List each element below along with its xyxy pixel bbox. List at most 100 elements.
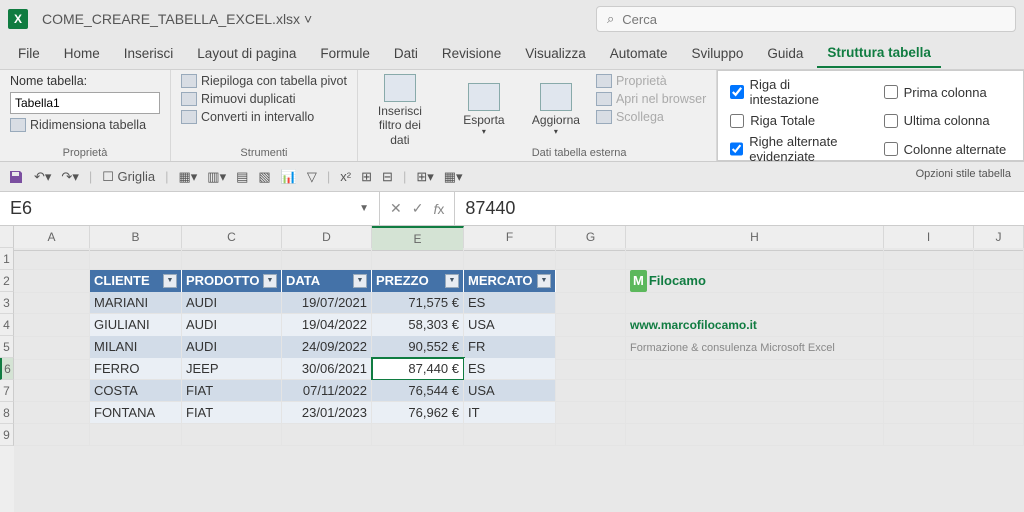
cell[interactable]: FR: [464, 336, 556, 360]
cell[interactable]: [182, 424, 282, 446]
cell[interactable]: [556, 402, 626, 424]
cell[interactable]: [626, 248, 884, 270]
cell[interactable]: 07/11/2022: [282, 380, 372, 402]
cell[interactable]: AUDI: [182, 336, 282, 360]
cell[interactable]: PREZZO▼: [372, 270, 464, 293]
filter-dropdown-icon[interactable]: ▼: [445, 274, 459, 288]
cell[interactable]: [884, 380, 974, 402]
cell[interactable]: 90,552 €: [372, 336, 464, 360]
cell[interactable]: Formazione & consulenza Microsoft Excel: [626, 336, 884, 360]
chevron-down-icon[interactable]: ▼: [359, 203, 369, 214]
cell[interactable]: [90, 248, 182, 270]
cell[interactable]: AUDI: [182, 314, 282, 337]
cell[interactable]: [14, 336, 90, 360]
cell[interactable]: 76,962 €: [372, 402, 464, 424]
row-header[interactable]: 1: [0, 248, 14, 270]
cell[interactable]: FIAT: [182, 402, 282, 424]
cell[interactable]: [556, 314, 626, 337]
resize-table-button[interactable]: Ridimensiona tabella: [10, 118, 160, 132]
search-input[interactable]: ⌕ Cerca: [596, 6, 1016, 32]
row-header[interactable]: 3: [0, 292, 14, 314]
cell[interactable]: [182, 248, 282, 270]
cell[interactable]: [974, 380, 1024, 402]
cell[interactable]: [884, 424, 974, 446]
last-column-checkbox[interactable]: Ultima colonna: [884, 113, 1011, 128]
cell[interactable]: [14, 380, 90, 402]
cell[interactable]: [974, 402, 1024, 424]
tab-formule[interactable]: Formule: [310, 40, 380, 67]
cell[interactable]: [974, 292, 1024, 314]
cell[interactable]: CLIENTE▼: [90, 270, 182, 293]
qat-icon[interactable]: ⊟: [382, 169, 393, 185]
cell[interactable]: [884, 314, 974, 337]
cell[interactable]: [14, 402, 90, 424]
cell[interactable]: [556, 424, 626, 446]
remove-duplicates-button[interactable]: Rimuovi duplicati: [181, 92, 347, 106]
cell[interactable]: FONTANA: [90, 402, 182, 424]
row-header[interactable]: 2: [0, 270, 14, 292]
qat-icon[interactable]: ▦▾: [444, 169, 463, 185]
tab-sviluppo[interactable]: Sviluppo: [682, 40, 754, 67]
cell[interactable]: 87,440 €: [372, 358, 464, 380]
cell[interactable]: [974, 336, 1024, 360]
cell[interactable]: JEEP: [182, 358, 282, 380]
row-header[interactable]: 6: [0, 358, 14, 380]
cell[interactable]: [556, 292, 626, 314]
qat-icon[interactable]: ▤: [236, 169, 248, 185]
row-header[interactable]: 4: [0, 314, 14, 336]
cell[interactable]: [14, 314, 90, 337]
tab-home[interactable]: Home: [54, 40, 110, 67]
export-button[interactable]: Esporta▾: [452, 74, 516, 145]
chart-icon[interactable]: 📊: [281, 169, 297, 185]
tab-dati[interactable]: Dati: [384, 40, 428, 67]
cell[interactable]: 24/09/2022: [282, 336, 372, 360]
qat-icon[interactable]: ▧: [258, 169, 270, 185]
cell[interactable]: [974, 248, 1024, 270]
cell[interactable]: 71,575 €: [372, 292, 464, 314]
cell[interactable]: [626, 292, 884, 314]
cell[interactable]: [90, 424, 182, 446]
cell[interactable]: [556, 358, 626, 380]
row-header[interactable]: [0, 226, 14, 248]
cell[interactable]: [626, 380, 884, 402]
cell[interactable]: [884, 270, 974, 293]
cell[interactable]: PRODOTTO▼: [182, 270, 282, 293]
row-header[interactable]: 5: [0, 336, 14, 358]
header-row-checkbox[interactable]: Riga di intestazione: [730, 77, 857, 107]
cell[interactable]: GIULIANI: [90, 314, 182, 337]
cell[interactable]: MILANI: [90, 336, 182, 360]
banded-columns-checkbox[interactable]: Colonne alternate: [884, 134, 1011, 164]
cell[interactable]: [626, 358, 884, 380]
undo-icon[interactable]: ↶▾: [34, 169, 51, 185]
cell[interactable]: DATA▼: [282, 270, 372, 293]
total-row-checkbox[interactable]: Riga Totale: [730, 113, 857, 128]
name-box[interactable]: E6▼: [0, 192, 380, 225]
cell[interactable]: www.marcofilocamo.it: [626, 314, 884, 337]
cell[interactable]: 30/06/2021: [282, 358, 372, 380]
cell[interactable]: [282, 424, 372, 446]
summarize-pivot-button[interactable]: Riepiloga con tabella pivot: [181, 74, 347, 88]
qat-icon[interactable]: ▦▾: [178, 169, 197, 185]
filename[interactable]: COME_CREARE_TABELLA_EXCEL.xlsx ˅: [42, 11, 312, 27]
cell[interactable]: 76,544 €: [372, 380, 464, 402]
cell[interactable]: [974, 358, 1024, 380]
cell[interactable]: [626, 424, 884, 446]
cell[interactable]: MERCATO▼: [464, 270, 556, 293]
qat-icon[interactable]: ⊞: [361, 169, 372, 185]
cell[interactable]: 19/07/2021: [282, 292, 372, 314]
cell[interactable]: [282, 248, 372, 270]
cell[interactable]: MFilocamo: [626, 270, 884, 293]
fx-icon[interactable]: fx: [433, 201, 444, 217]
filter-dropdown-icon[interactable]: ▼: [537, 274, 551, 288]
cell[interactable]: FIAT: [182, 380, 282, 402]
cell[interactable]: USA: [464, 380, 556, 402]
cell[interactable]: [556, 336, 626, 360]
filter-icon[interactable]: ▽: [307, 169, 317, 185]
qat-icon[interactable]: ▥▾: [207, 169, 226, 185]
cell[interactable]: ES: [464, 358, 556, 380]
redo-icon[interactable]: ↷▾: [61, 169, 78, 185]
cell[interactable]: [372, 248, 464, 270]
cell[interactable]: [626, 402, 884, 424]
cell[interactable]: [372, 424, 464, 446]
row-header[interactable]: 7: [0, 380, 14, 402]
